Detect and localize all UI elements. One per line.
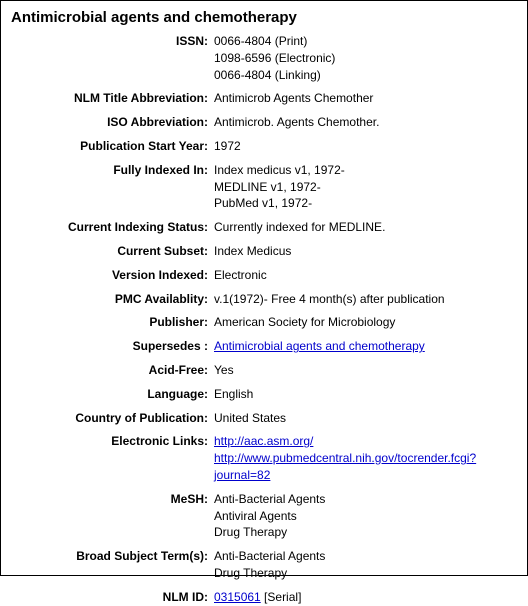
field-value: Yes — [214, 361, 519, 379]
field-row: Current Subset:Index Medicus — [9, 242, 519, 260]
field-row: Publisher:American Society for Microbiol… — [9, 313, 519, 331]
field-value: Anti-Bacterial AgentsAntiviral AgentsDru… — [214, 490, 519, 541]
field-value: Antimicrobial agents and chemotherapy — [214, 337, 519, 355]
field-row: Country of Publication:United States — [9, 409, 519, 427]
value-line: Currently indexed for MEDLINE. — [214, 219, 519, 236]
field-label: Broad Subject Term(s): — [9, 547, 214, 565]
field-row: NLM ID:0315061 [Serial] — [9, 588, 519, 606]
value-line: Anti-Bacterial Agents — [214, 491, 519, 508]
field-label: Language: — [9, 385, 214, 403]
field-label: Country of Publication: — [9, 409, 214, 427]
fields-container: ISSN:0066-4804 (Print)1098-6596 (Electro… — [9, 32, 519, 606]
field-value: 0066-4804 (Print)1098-6596 (Electronic)0… — [214, 32, 519, 83]
value-line: MEDLINE v1, 1972- — [214, 179, 519, 196]
field-value: Antimicrob Agents Chemother — [214, 89, 519, 107]
value-line: Electronic — [214, 267, 519, 284]
value-line: 0066-4804 (Print) — [214, 33, 519, 50]
field-value: Anti-Bacterial AgentsDrug Therapy — [214, 547, 519, 582]
field-label: ISO Abbreviation: — [9, 113, 214, 131]
field-label: Current Indexing Status: — [9, 218, 214, 236]
value-line: Index medicus v1, 1972- — [214, 162, 519, 179]
field-label: Version Indexed: — [9, 266, 214, 284]
value-line: 0315061 [Serial] — [214, 589, 519, 606]
record-title: Antimicrobial agents and chemotherapy — [11, 9, 519, 26]
field-value: 0315061 [Serial] — [214, 588, 519, 606]
field-value: 1972 — [214, 137, 519, 155]
value-line: 1972 — [214, 138, 519, 155]
field-row: Publication Start Year:1972 — [9, 137, 519, 155]
value-suffix: [Serial] — [261, 590, 302, 604]
field-label: Publication Start Year: — [9, 137, 214, 155]
field-value: American Society for Microbiology — [214, 313, 519, 331]
field-value: English — [214, 385, 519, 403]
field-label: NLM ID: — [9, 588, 214, 606]
field-value: v.1(1972)- Free 4 month(s) after publica… — [214, 290, 519, 308]
value-line: Antimicrob Agents Chemother — [214, 90, 519, 107]
field-label: Current Subset: — [9, 242, 214, 260]
value-line: Yes — [214, 362, 519, 379]
field-row: MeSH:Anti-Bacterial AgentsAntiviral Agen… — [9, 490, 519, 541]
value-link[interactable]: http://aac.asm.org/ — [214, 434, 313, 448]
field-label: Acid-Free: — [9, 361, 214, 379]
field-row: Electronic Links:http://aac.asm.org/http… — [9, 432, 519, 483]
field-row: Broad Subject Term(s):Anti-Bacterial Age… — [9, 547, 519, 582]
field-label: Electronic Links: — [9, 432, 214, 450]
value-line: Antimicrob. Agents Chemother. — [214, 114, 519, 131]
value-line: 0066-4804 (Linking) — [214, 67, 519, 84]
field-value: Antimicrob. Agents Chemother. — [214, 113, 519, 131]
value-line: American Society for Microbiology — [214, 314, 519, 331]
field-value: Index medicus v1, 1972-MEDLINE v1, 1972-… — [214, 161, 519, 212]
field-label: Fully Indexed In: — [9, 161, 214, 179]
field-row: Current Indexing Status:Currently indexe… — [9, 218, 519, 236]
value-link[interactable]: http://www.pubmedcentral.nih.gov/tocrend… — [214, 451, 476, 482]
field-row: ISSN:0066-4804 (Print)1098-6596 (Electro… — [9, 32, 519, 83]
field-label: Supersedes : — [9, 337, 214, 355]
value-line: Antiviral Agents — [214, 508, 519, 525]
field-row: PMC Availablity:v.1(1972)- Free 4 month(… — [9, 290, 519, 308]
field-value: Electronic — [214, 266, 519, 284]
field-value: http://aac.asm.org/http://www.pubmedcent… — [214, 432, 519, 483]
field-label: PMC Availablity: — [9, 290, 214, 308]
field-label: NLM Title Abbreviation: — [9, 89, 214, 107]
field-row: Language:English — [9, 385, 519, 403]
field-row: Acid-Free:Yes — [9, 361, 519, 379]
value-link[interactable]: 0315061 — [214, 590, 261, 604]
field-value: Currently indexed for MEDLINE. — [214, 218, 519, 236]
value-line: Anti-Bacterial Agents — [214, 548, 519, 565]
value-link[interactable]: Antimicrobial agents and chemotherapy — [214, 339, 425, 353]
value-line: Drug Therapy — [214, 524, 519, 541]
field-row: Supersedes :Antimicrobial agents and che… — [9, 337, 519, 355]
field-label: MeSH: — [9, 490, 214, 508]
field-label: Publisher: — [9, 313, 214, 331]
value-line: Index Medicus — [214, 243, 519, 260]
value-line: v.1(1972)- Free 4 month(s) after publica… — [214, 291, 519, 308]
value-line: United States — [214, 410, 519, 427]
field-row: ISO Abbreviation:Antimicrob. Agents Chem… — [9, 113, 519, 131]
field-value: United States — [214, 409, 519, 427]
value-line: Antimicrobial agents and chemotherapy — [214, 338, 519, 355]
field-row: Fully Indexed In:Index medicus v1, 1972-… — [9, 161, 519, 212]
value-line: PubMed v1, 1972- — [214, 195, 519, 212]
value-line: Drug Therapy — [214, 565, 519, 582]
field-row: NLM Title Abbreviation:Antimicrob Agents… — [9, 89, 519, 107]
field-label: ISSN: — [9, 32, 214, 50]
value-line: http://aac.asm.org/ — [214, 433, 519, 450]
record-card: Antimicrobial agents and chemotherapy IS… — [0, 0, 528, 576]
value-line: 1098-6596 (Electronic) — [214, 50, 519, 67]
value-line: http://www.pubmedcentral.nih.gov/tocrend… — [214, 450, 519, 484]
field-value: Index Medicus — [214, 242, 519, 260]
value-line: English — [214, 386, 519, 403]
field-row: Version Indexed:Electronic — [9, 266, 519, 284]
